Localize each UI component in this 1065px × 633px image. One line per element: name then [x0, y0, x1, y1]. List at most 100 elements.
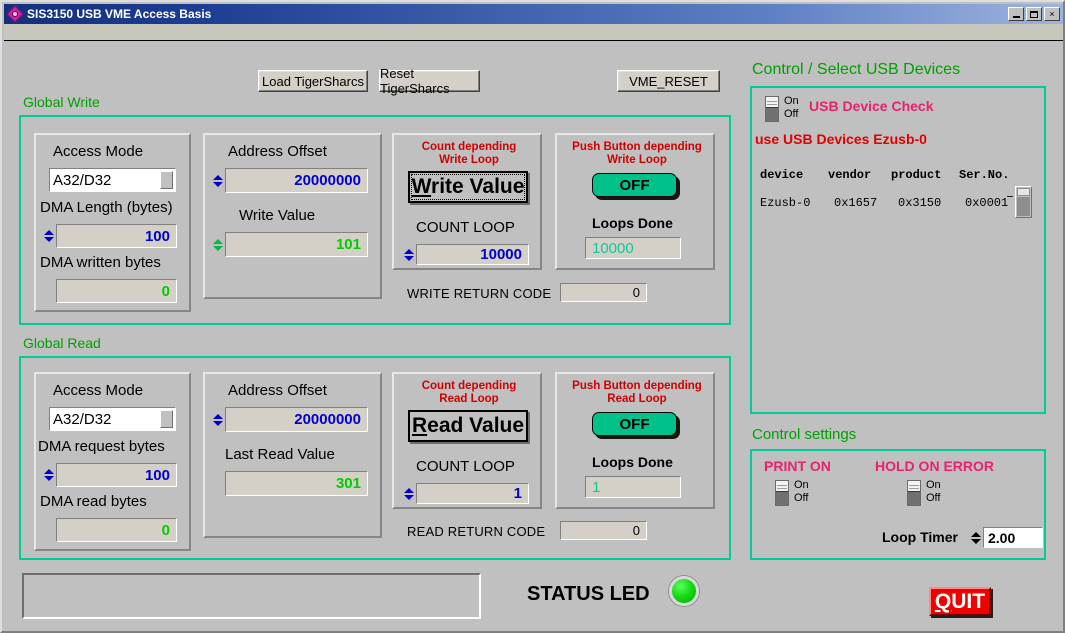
- read-loop-toggle-button[interactable]: OFF: [592, 412, 677, 436]
- read-loops-done-value: 1: [585, 476, 681, 498]
- write-value-button-accel: W: [411, 175, 432, 198]
- usb-in-use-label: use USB Devices Ezusb-0: [755, 131, 927, 147]
- write-push-panel: Push Button depending Write Loop OFF Loo…: [555, 133, 715, 270]
- application-window: SIS3150 USB VME Access Basis × Load Tige…: [0, 0, 1065, 633]
- write-dma-written-value: 0: [56, 279, 177, 303]
- quit-button[interactable]: QUIT: [929, 587, 991, 616]
- write-loops-done-value: 10000: [585, 237, 681, 259]
- title-bar: SIS3150 USB VME Access Basis ×: [4, 4, 1063, 24]
- last-read-value-label: Last Read Value: [225, 446, 335, 463]
- minimize-button[interactable]: [1008, 7, 1024, 21]
- write-dma-length-value[interactable]: 100: [56, 224, 177, 248]
- usb-check-off-label: Off: [784, 108, 799, 120]
- write-count-panel: Count depending Write Loop Write Value C…: [392, 133, 542, 270]
- print-on-switch[interactable]: [775, 480, 789, 506]
- usb-table-header-serial: Ser.No.: [959, 168, 1010, 182]
- hold-on-error-off-label: Off: [926, 492, 941, 504]
- read-count-caption-1: Count depending: [421, 380, 517, 392]
- write-count-caption-2: Write Loop: [439, 154, 499, 166]
- usb-check-on-label: On: [784, 95, 799, 107]
- status-log-box[interactable]: [22, 573, 481, 619]
- usb-table-header-vendor: vendor: [828, 168, 872, 182]
- write-dma-written-label: DMA written bytes: [40, 254, 161, 271]
- write-access-mode-label: Access Mode: [53, 143, 144, 160]
- loop-timer-stepper[interactable]: [969, 527, 982, 548]
- read-return-code-value: 0: [560, 521, 647, 540]
- read-access-mode-select[interactable]: A32/D32: [49, 407, 176, 431]
- write-dma-length-stepper[interactable]: [42, 224, 55, 248]
- close-icon[interactable]: ×: [1044, 7, 1060, 21]
- quit-button-label: UIT: [951, 589, 986, 613]
- read-address-panel: Address Offset 20000000 Last Read Value …: [203, 372, 382, 538]
- write-address-offset-stepper[interactable]: [211, 168, 224, 193]
- scroll-decrement-icon[interactable]: –: [1006, 189, 1014, 204]
- maximize-button[interactable]: [1026, 7, 1042, 21]
- loop-timer-value[interactable]: 2.00: [983, 527, 1043, 548]
- usb-panel-title: Control / Select USB Devices: [752, 61, 961, 78]
- usb-row-device: Ezusb-0: [760, 196, 811, 210]
- read-loops-done-label: Loops Done: [592, 454, 673, 470]
- window-controls: ×: [1008, 7, 1060, 21]
- write-count-loop-value[interactable]: 10000: [416, 244, 529, 265]
- read-access-mode-value: A32/D32: [53, 410, 112, 428]
- status-led: [669, 576, 699, 606]
- load-tigersharcs-button[interactable]: Load TigerSharcs: [258, 70, 368, 92]
- dropdown-thumb-icon[interactable]: [160, 171, 173, 189]
- usb-table-scrollbar[interactable]: [1015, 186, 1032, 218]
- write-access-mode-select[interactable]: A32/D32: [49, 168, 176, 192]
- quit-button-accel: Q: [934, 589, 952, 613]
- window-title: SIS3150 USB VME Access Basis: [27, 7, 212, 21]
- last-read-value-value: 301: [225, 471, 368, 496]
- global-write-title: Global Write: [23, 94, 100, 110]
- write-push-caption-2: Write Loop: [607, 154, 667, 166]
- write-value-button[interactable]: Write Value: [408, 171, 528, 203]
- print-on-off-label: Off: [794, 492, 809, 504]
- read-dma-read-value: 0: [56, 518, 177, 542]
- read-dma-request-label: DMA request bytes: [38, 438, 165, 455]
- write-value-button-label: rite Value: [431, 175, 525, 198]
- read-value-button-label: ead Value: [427, 414, 525, 437]
- write-count-loop-stepper[interactable]: [402, 244, 415, 265]
- hold-on-error-label: HOLD ON ERROR: [875, 458, 994, 474]
- read-count-loop-value[interactable]: 1: [416, 483, 529, 504]
- read-count-loop-label: COUNT LOOP: [416, 458, 515, 475]
- usb-device-check-switch[interactable]: [765, 96, 779, 122]
- vme-reset-button[interactable]: VME_RESET: [617, 70, 720, 92]
- status-led-label: STATUS LED: [527, 583, 650, 605]
- read-value-button[interactable]: Read Value: [408, 410, 528, 442]
- read-push-caption-2: Read Loop: [607, 393, 667, 405]
- hold-on-error-switch[interactable]: [907, 480, 921, 506]
- write-value-stepper[interactable]: [211, 232, 224, 257]
- read-dma-read-label: DMA read bytes: [40, 493, 147, 510]
- write-count-caption-1: Count depending: [421, 141, 517, 153]
- write-loop-toggle-button[interactable]: OFF: [592, 173, 677, 197]
- dropdown-thumb-icon[interactable]: [160, 410, 173, 428]
- read-address-offset-value[interactable]: 20000000: [225, 407, 368, 432]
- reset-tigersharcs-button[interactable]: Reset TigerSharcs: [379, 66, 480, 96]
- read-value-button-accel: R: [411, 414, 428, 437]
- read-dma-request-value[interactable]: 100: [56, 463, 177, 487]
- write-access-mode-value: A32/D32: [53, 171, 112, 189]
- read-count-loop-stepper[interactable]: [402, 483, 415, 504]
- usb-table-header-product: product: [891, 168, 942, 182]
- write-address-offset-value[interactable]: 20000000: [225, 168, 368, 193]
- write-push-caption-1: Push Button depending: [572, 141, 702, 153]
- control-settings-title: Control settings: [752, 426, 857, 443]
- hold-on-error-on-label: On: [926, 479, 941, 491]
- print-on-label: PRINT ON: [764, 458, 831, 474]
- usb-table-header-device: device: [760, 168, 804, 182]
- read-count-panel: Count depending Read Loop Read Value COU…: [392, 372, 542, 509]
- write-access-panel: Access Mode A32/D32 DMA Length (bytes) 1…: [34, 133, 191, 312]
- usb-panel-frame: On Off USB Device Check use USB Devices …: [750, 86, 1046, 414]
- control-settings-frame: PRINT ON On Off HOLD ON ERROR On Off Loo…: [750, 449, 1046, 560]
- write-value-field-value[interactable]: 101: [225, 232, 368, 257]
- read-address-offset-stepper[interactable]: [211, 407, 224, 432]
- write-return-code-label: WRITE RETURN CODE: [407, 286, 552, 301]
- read-address-offset-label: Address Offset: [228, 382, 327, 399]
- usb-row-product: 0x3150: [898, 196, 942, 210]
- read-dma-request-stepper[interactable]: [42, 463, 55, 487]
- write-dma-length-label: DMA Length (bytes): [40, 199, 173, 216]
- write-count-loop-label: COUNT LOOP: [416, 219, 515, 236]
- menu-strip: [4, 24, 1063, 41]
- read-count-caption-2: Read Loop: [439, 393, 499, 405]
